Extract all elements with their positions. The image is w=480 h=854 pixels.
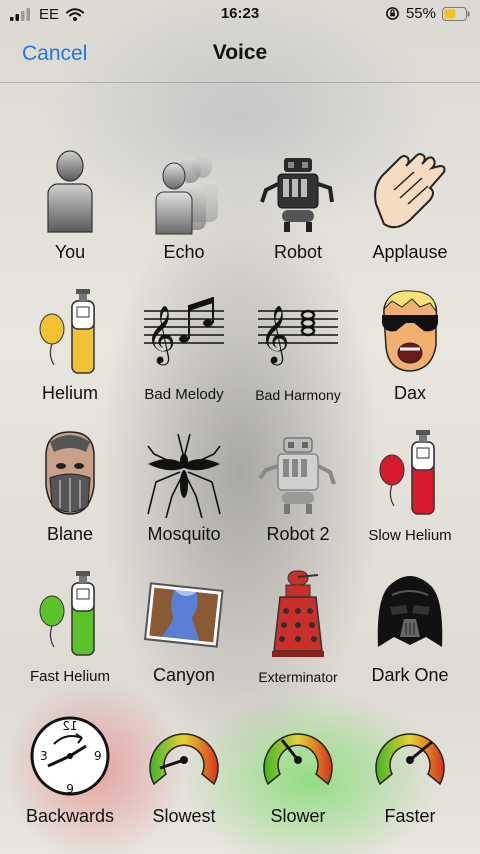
- person-icon: [47, 150, 93, 233]
- voice-backwards[interactable]: 12 6 3 9 Backwards: [10, 704, 130, 845]
- voice-label: Backwards: [25, 806, 115, 826]
- battery-icon: [442, 6, 470, 21]
- voice-applause[interactable]: Applause: [350, 140, 470, 281]
- svg-text:𝄞: 𝄞: [260, 305, 290, 366]
- voice-label: Robot 2: [266, 524, 330, 544]
- sunglasses-face-icon: [382, 290, 438, 372]
- voice-dark-one[interactable]: Dark One: [350, 563, 470, 704]
- speed-gauge-icon: [375, 733, 445, 786]
- music-staff-icon: 𝄞: [144, 297, 224, 366]
- voice-label: Slower: [270, 806, 326, 826]
- voice-slowest[interactable]: Slowest: [124, 704, 244, 845]
- robot-icon: [260, 158, 334, 232]
- voice-label: Exterminator: [258, 669, 338, 685]
- voice-label: You: [54, 242, 86, 262]
- voice-mosquito[interactable]: Mosquito: [124, 422, 244, 563]
- voice-slower[interactable]: Slower: [238, 704, 358, 845]
- voice-exterminator[interactable]: Exterminator: [238, 563, 358, 704]
- speed-gauge-icon: [263, 733, 333, 786]
- svg-text:6: 6: [66, 781, 74, 795]
- voice-label: Fast Helium: [29, 668, 111, 685]
- navigation-bar: Cancel Voice: [0, 28, 480, 83]
- voice-label: Canyon: [152, 665, 216, 685]
- voice-label: Slowest: [152, 806, 216, 826]
- voice-you[interactable]: You: [10, 140, 130, 281]
- voice-robot-2[interactable]: Robot 2: [238, 422, 358, 563]
- voice-fast-helium[interactable]: Fast Helium: [10, 563, 130, 704]
- voice-label: Echo: [163, 242, 205, 262]
- voice-label: Applause: [372, 242, 448, 262]
- orientation-lock-icon: [386, 7, 399, 20]
- voice-helium[interactable]: Helium: [10, 281, 130, 422]
- voice-blane[interactable]: Blane: [10, 422, 130, 563]
- echo-icon: [155, 154, 218, 235]
- canyon-icon: [144, 582, 224, 648]
- status-bar: EE 16:23 55%: [0, 0, 480, 28]
- page-title: Voice: [212, 41, 268, 64]
- voice-label: Mosquito: [147, 524, 221, 544]
- clapping-hands-icon: [374, 153, 446, 229]
- voice-echo[interactable]: Echo: [124, 140, 244, 281]
- battery-percent: 55%: [405, 5, 436, 22]
- status-right: 55%: [385, 5, 470, 22]
- helium-balloon-icon: [39, 289, 95, 374]
- voice-label: Robot: [273, 242, 323, 262]
- mosquito-icon: [147, 433, 221, 518]
- svg-text:𝄞: 𝄞: [146, 305, 176, 366]
- backwards-clock-icon: 12 6 3 9: [30, 716, 110, 796]
- masked-face-icon: [45, 431, 95, 515]
- voice-dax[interactable]: Dax: [350, 281, 470, 422]
- voice-label: Slow Helium: [368, 527, 452, 544]
- voice-label: Blane: [46, 524, 94, 544]
- voice-canyon[interactable]: Canyon: [124, 563, 244, 704]
- voice-label: Faster: [384, 806, 436, 826]
- dalek-icon: [272, 570, 324, 657]
- voice-slow-helium[interactable]: Slow Helium: [350, 422, 470, 563]
- slow-helium-balloon-icon: [379, 430, 435, 515]
- svg-text:3: 3: [40, 749, 48, 763]
- robot-2-icon: [258, 437, 336, 514]
- dark-helmet-icon: [377, 576, 443, 647]
- voice-bad-harmony[interactable]: 𝄞 Bad Harmony: [238, 281, 358, 422]
- music-chord-icon: 𝄞: [258, 305, 338, 366]
- voice-label: Bad Harmony: [255, 387, 341, 403]
- speed-gauge-icon: [149, 733, 219, 786]
- voice-label: Bad Melody: [144, 386, 224, 403]
- voice-label: Helium: [41, 383, 98, 403]
- svg-text:9: 9: [94, 749, 102, 763]
- voice-bad-melody[interactable]: 𝄞 Bad Melody: [124, 281, 244, 422]
- voice-label: Dark One: [371, 665, 449, 685]
- voice-label: Dax: [393, 383, 426, 403]
- svg-text:12: 12: [62, 719, 77, 733]
- voice-robot[interactable]: Robot: [238, 140, 358, 281]
- fast-helium-balloon-icon: [39, 571, 95, 656]
- voice-faster[interactable]: Faster: [350, 704, 470, 845]
